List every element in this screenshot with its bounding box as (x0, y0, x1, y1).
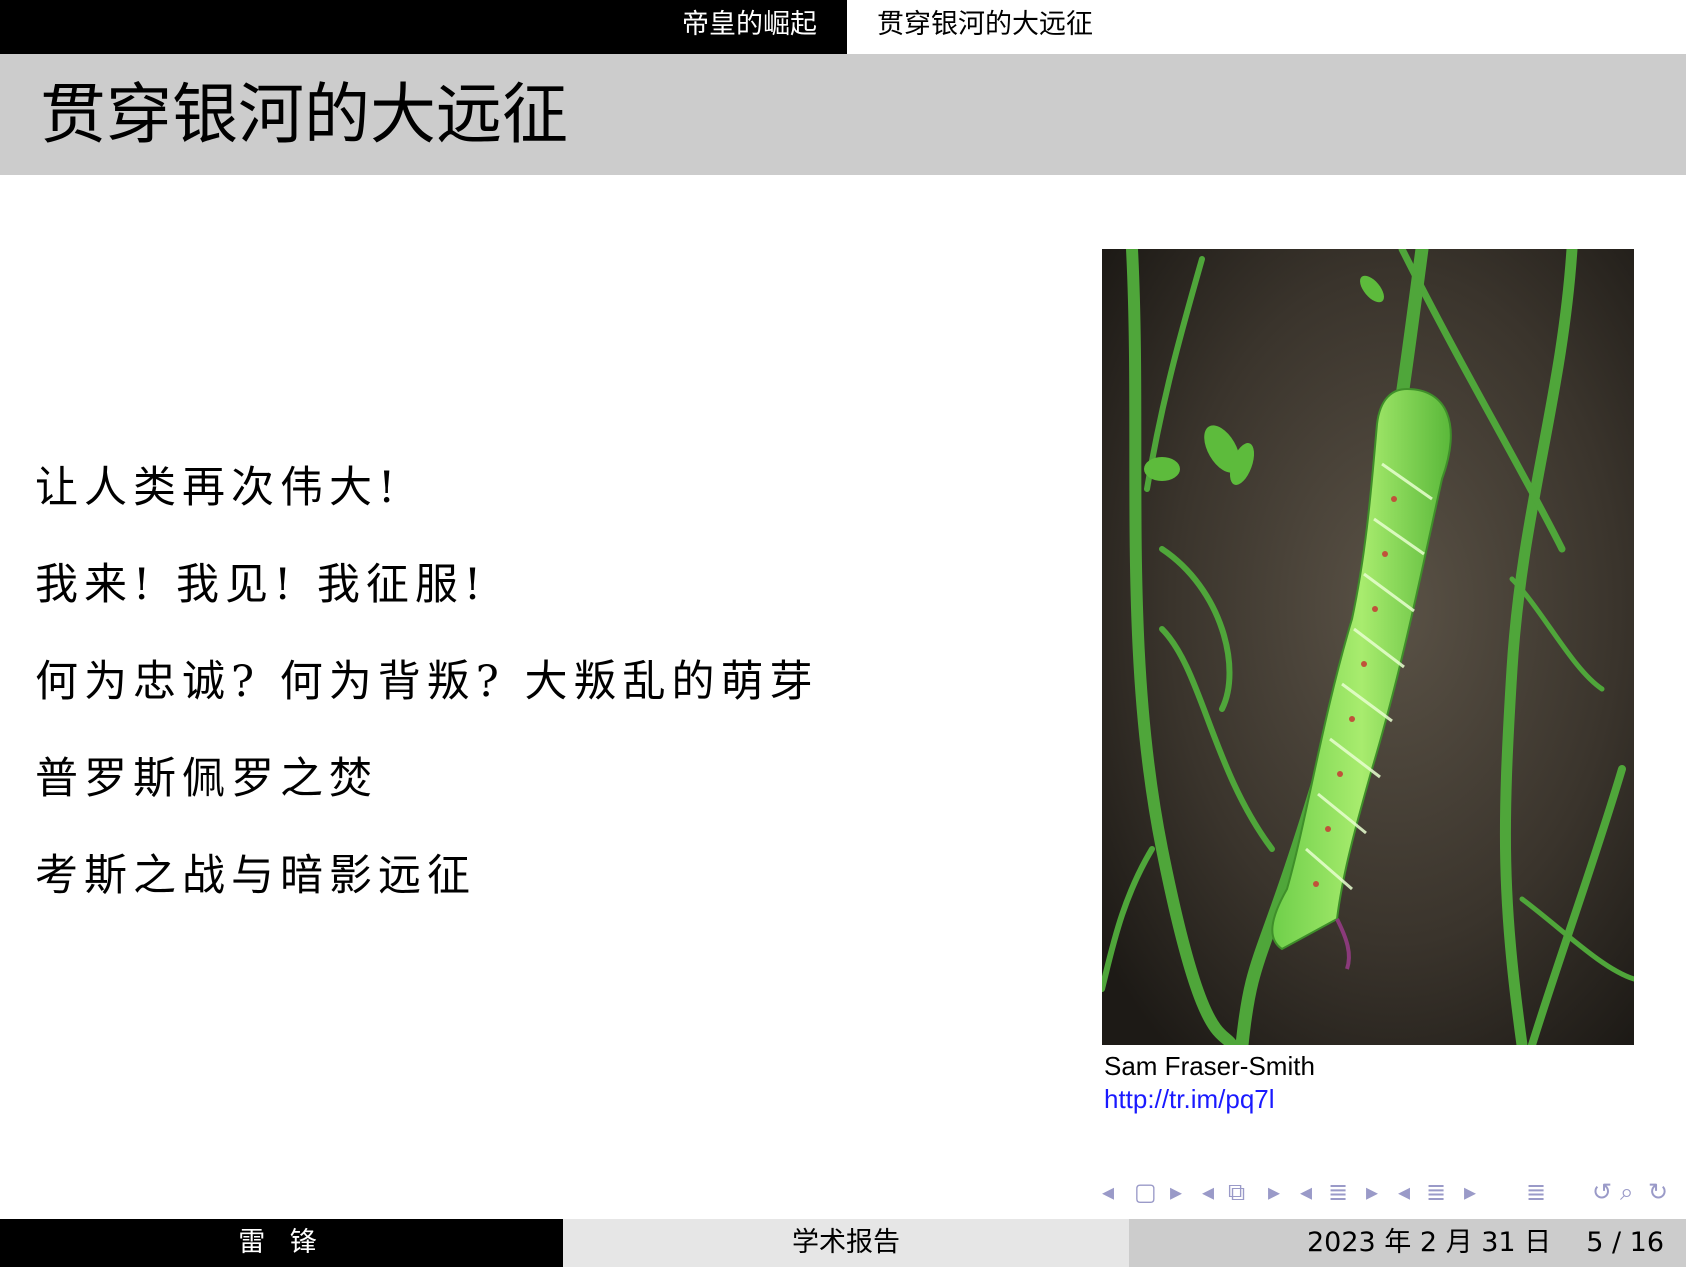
nav-appendix-icon[interactable]: ≣ (1526, 1178, 1546, 1206)
nav-prev-section-icon[interactable]: ◂ (1300, 1178, 1312, 1206)
nav-next-document-icon[interactable]: ▸ (1464, 1178, 1476, 1206)
nav-section-active[interactable]: 帝皇的崛起 (682, 0, 817, 54)
footer-date: 2023 年 2 月 31 日 (1307, 1227, 1552, 1258)
caterpillar-illustration (1102, 249, 1634, 1045)
caterpillar-photo (1102, 249, 1634, 1045)
content-line-4: 普罗斯佩罗之焚 (35, 754, 378, 804)
beamer-navigation-symbols: ◂ ▢ ▸ ◂ ⧉ ▸ ◂ ≣ ▸ ◂ ≣ ▸ ≣ ↺ ⌕ ↻ (1102, 1178, 1672, 1214)
content-line-2: 我来! 我见! 我征服! (35, 560, 488, 610)
footer-author: 雷 锋 (0, 1219, 563, 1267)
top-navigation-bar: 帝皇的崛起 贯穿银河的大远征 (0, 0, 1686, 54)
nav-frame-icon[interactable]: ▢ (1134, 1178, 1157, 1206)
nav-back-icon[interactable]: ↺ (1592, 1178, 1612, 1206)
slide-title: 贯穿银河的大远征 (40, 76, 568, 153)
nav-document-icon[interactable]: ≣ (1426, 1178, 1446, 1206)
nav-search-icon[interactable]: ⌕ (1620, 1178, 1633, 1206)
nav-next-frame-icon[interactable]: ▸ (1170, 1178, 1182, 1206)
nav-forward-icon[interactable]: ↻ (1648, 1178, 1668, 1206)
content-line-5: 考斯之战与暗影远征 (35, 851, 476, 901)
nav-section-current[interactable]: 贯穿银河的大远征 (877, 0, 1093, 54)
nav-next-subsection-icon[interactable]: ▸ (1268, 1178, 1280, 1206)
footer-page-number: 5 / 16 (1586, 1227, 1664, 1258)
nav-next-section-icon[interactable]: ▸ (1366, 1178, 1378, 1206)
content-line-3: 何为忠诚? 何为背叛? 大叛乱的萌芽 (35, 657, 819, 707)
top-bar-left: 帝皇的崛起 (0, 0, 847, 54)
photo-credit: Sam Fraser-Smith http://tr.im/pq7l (1104, 1050, 1315, 1116)
nav-section-icon[interactable]: ≣ (1328, 1178, 1348, 1206)
footer-title: 学术报告 (563, 1219, 1129, 1267)
nav-prev-frame-icon[interactable]: ◂ (1102, 1178, 1114, 1206)
nav-prev-subsection-icon[interactable]: ◂ (1202, 1178, 1214, 1206)
nav-subsection-icon[interactable]: ⧉ (1228, 1178, 1245, 1206)
photo-author: Sam Fraser-Smith (1104, 1051, 1315, 1081)
content-line-1: 让人类再次伟大! (35, 463, 402, 513)
photo-link[interactable]: http://tr.im/pq7l (1104, 1083, 1315, 1116)
frame-title-band: 贯穿银河的大远征 (0, 54, 1686, 175)
footer-date-page: 2023 年 2 月 31 日 5 / 16 (1129, 1219, 1686, 1267)
nav-prev-document-icon[interactable]: ◂ (1398, 1178, 1410, 1206)
slide-content: 让人类再次伟大! 我来! 我见! 我征服! 何为忠诚? 何为背叛? 大叛乱的萌芽… (35, 440, 1015, 925)
footer-bar: 雷 锋 学术报告 2023 年 2 月 31 日 5 / 16 (0, 1219, 1686, 1267)
